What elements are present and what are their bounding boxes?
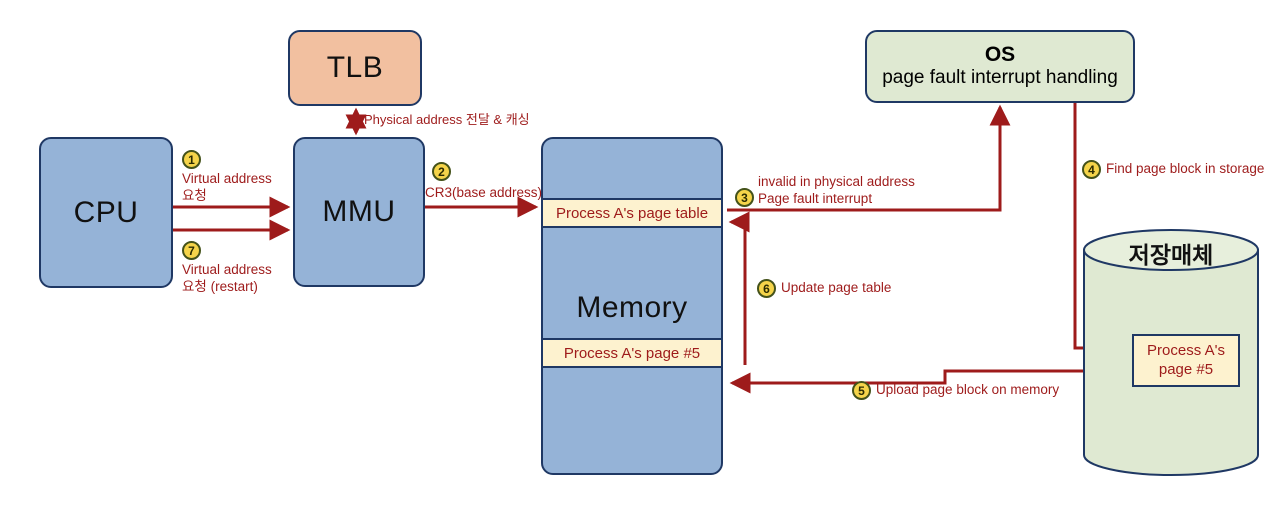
step-badge-3: 3 (735, 188, 754, 207)
storage-page-line1: Process A's (1147, 341, 1225, 359)
step-note-6: Update page table (781, 280, 892, 295)
os-title: OS (984, 43, 1016, 67)
step-note-2: CR3(base address) (425, 185, 543, 200)
step-note-1: Virtual address 요청 (182, 171, 272, 203)
step-badge-7: 7 (182, 241, 201, 260)
memory-label: Memory (576, 291, 688, 324)
step-note-4: Find page block in storage (1106, 161, 1265, 176)
os-subtitle: page fault interrupt handling (882, 67, 1118, 89)
step-badge-5: 5 (852, 381, 871, 400)
page-table-band[interactable]: Process A's page table (543, 198, 721, 228)
storage-label: 저장매체 (1128, 242, 1214, 268)
cpu-node[interactable]: CPU (39, 137, 173, 288)
storage-page-line2: page #5 (1158, 360, 1214, 378)
page-table-label: Process A's page table (555, 204, 709, 222)
step-badge-6: 6 (757, 279, 776, 298)
tlb-node[interactable]: TLB (288, 30, 422, 106)
storage-page-box[interactable]: Process A's page #5 (1132, 334, 1240, 387)
page5-band[interactable]: Process A's page #5 (543, 338, 721, 368)
tlb-link-note: Physical address 전달 & 캐싱 (364, 112, 530, 127)
tlb-label: TLB (326, 51, 384, 84)
step-note-5: Upload page block on memory (876, 382, 1060, 397)
page5-label: Process A's page #5 (563, 344, 701, 362)
step-badge-1: 1 (182, 150, 201, 169)
step-note-7: Virtual address 요청 (restart) (182, 262, 272, 294)
step-note-3: invalid in physical address Page fault i… (758, 174, 915, 206)
edge-update-page-table (728, 211, 750, 365)
mmu-label: MMU (322, 195, 396, 228)
step-badge-4: 4 (1082, 160, 1101, 179)
cpu-label: CPU (73, 195, 139, 229)
diagram-canvas: CPU MMU TLB Memory Process A's page tabl… (0, 0, 1280, 525)
os-node[interactable]: OS page fault interrupt handling (865, 30, 1135, 103)
step-badge-2: 2 (432, 162, 451, 181)
